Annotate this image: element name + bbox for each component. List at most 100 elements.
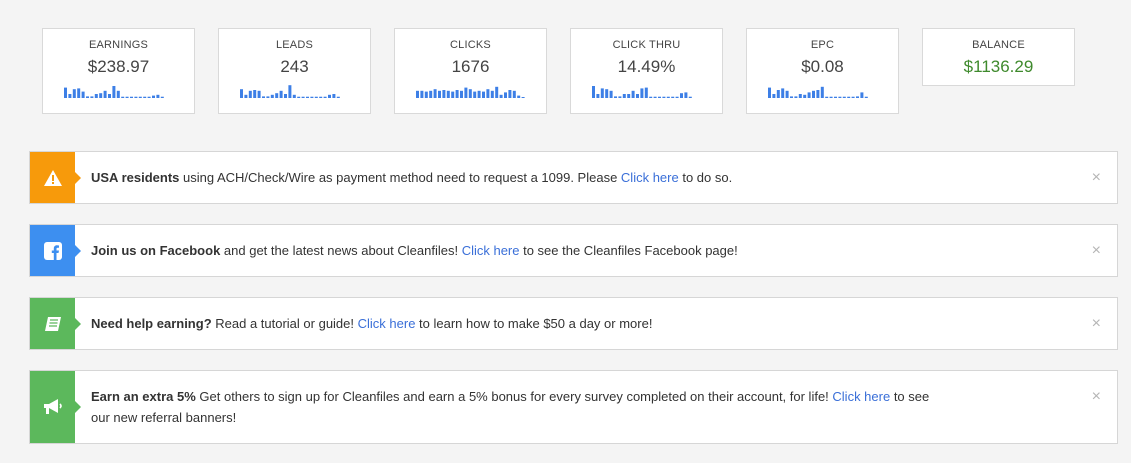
spark-bar (151, 95, 155, 98)
spark-bar (446, 90, 450, 98)
spark-bar (815, 90, 819, 98)
alert-body: using ACH/Check/Wire as payment method n… (179, 170, 621, 185)
spark-bar (503, 92, 507, 98)
spark-bar (591, 86, 595, 98)
spark-bar (63, 87, 67, 98)
spark-bar (512, 90, 516, 98)
spark-bar (138, 96, 142, 98)
alert-icon-box (30, 152, 81, 203)
spark-bar (450, 91, 454, 98)
spark-bar (468, 89, 472, 98)
alert-link[interactable]: Click here (462, 243, 520, 258)
spark-bar (274, 93, 278, 98)
spark-bar (261, 96, 265, 98)
stat-label: EPC (810, 39, 835, 51)
spark-bar (94, 94, 98, 98)
spark-bar (829, 96, 833, 98)
spark-bar (89, 96, 93, 98)
spark-bar (789, 96, 793, 98)
spark-bar (639, 88, 643, 98)
alert-message: Need help earning? Read a tutorial or gu… (75, 298, 1117, 349)
warning-icon (43, 169, 63, 187)
alert-bold: USA residents (91, 170, 180, 185)
spark-bar (613, 96, 617, 98)
alert-link[interactable]: Click here (358, 316, 416, 331)
close-icon[interactable]: × (1092, 242, 1101, 260)
spark-bar (437, 90, 441, 98)
spark-bar (292, 94, 296, 98)
spark-bar (125, 96, 129, 98)
stat-value: $1136.29 (963, 57, 1034, 76)
spark-bar (248, 90, 252, 98)
spark-bar (103, 90, 107, 98)
spark-bar (631, 90, 635, 98)
alert-message: Earn an extra 5% Get others to sign up f… (75, 371, 1117, 443)
spark-bar (463, 87, 467, 98)
close-icon[interactable]: × (1092, 388, 1101, 406)
spark-bar (846, 96, 850, 98)
spark-bar (270, 94, 274, 98)
spark-bar (688, 96, 692, 98)
spark-bar (433, 89, 437, 98)
alert-tail: to see the Cleanfiles Facebook page! (519, 243, 738, 258)
stat-value: 1676 (451, 57, 490, 76)
alert-icon-box (30, 371, 81, 443)
spark-bar (477, 90, 481, 98)
spark-bar (296, 96, 300, 98)
spark-bar (459, 90, 463, 98)
spark-bar (314, 96, 318, 98)
spark-bar (494, 86, 498, 98)
spark-bar (81, 91, 85, 98)
facebook-icon (43, 241, 62, 260)
alert-body: Read a tutorial or guide! (211, 316, 358, 331)
spark-bar (820, 86, 824, 98)
spark-bar (600, 88, 604, 98)
spark-bar (855, 96, 859, 98)
spark-bar (98, 93, 102, 98)
alert-link[interactable]: Click here (832, 389, 890, 404)
alert-message: USA residents using ACH/Check/Wire as pa… (75, 152, 1117, 203)
sparkline (415, 86, 525, 98)
spark-bar (609, 90, 613, 98)
spark-bar (331, 94, 335, 98)
spark-bar (287, 85, 291, 98)
stat-card-click-thru: CLICK THRU 14.49% (570, 28, 723, 114)
spark-bar (842, 96, 846, 98)
spark-bar (279, 90, 283, 98)
spark-bar (155, 94, 159, 98)
spark-bar (327, 94, 331, 98)
stat-card-clicks: CLICKS 1676 (394, 28, 547, 114)
sparkline (239, 85, 340, 98)
spark-bar (309, 96, 313, 98)
stat-card-leads: LEADS 243 (218, 28, 371, 114)
alert-tax-notice: USA residents using ACH/Check/Wire as pa… (29, 151, 1118, 204)
spark-bar (644, 87, 648, 98)
spark-bar (771, 94, 775, 98)
spark-bar (802, 94, 806, 98)
spark-bar (864, 96, 868, 98)
stat-value: $0.08 (801, 57, 844, 76)
spark-bar (107, 94, 111, 98)
book-icon (43, 316, 63, 332)
spark-bar (807, 92, 811, 98)
alert-bold: Join us on Facebook (91, 243, 221, 258)
stat-value: 243 (280, 57, 309, 76)
spark-bar (243, 94, 247, 98)
alert-link[interactable]: Click here (621, 170, 679, 185)
spark-bar (116, 90, 120, 98)
spark-bar (675, 96, 679, 98)
spark-bar (120, 96, 124, 98)
spark-bar (793, 96, 797, 98)
spark-bar (257, 90, 261, 98)
spark-bar (481, 91, 485, 98)
sparkline (767, 86, 868, 98)
close-icon[interactable]: × (1092, 315, 1101, 333)
alert-facebook: Join us on Facebook and get the latest n… (29, 224, 1118, 277)
spark-bar (767, 87, 771, 98)
spark-bar (111, 86, 115, 98)
spark-bar (252, 90, 256, 98)
spark-bar (683, 92, 687, 98)
close-icon[interactable]: × (1092, 169, 1101, 187)
spark-bar (415, 90, 419, 98)
megaphone-icon (42, 398, 64, 416)
